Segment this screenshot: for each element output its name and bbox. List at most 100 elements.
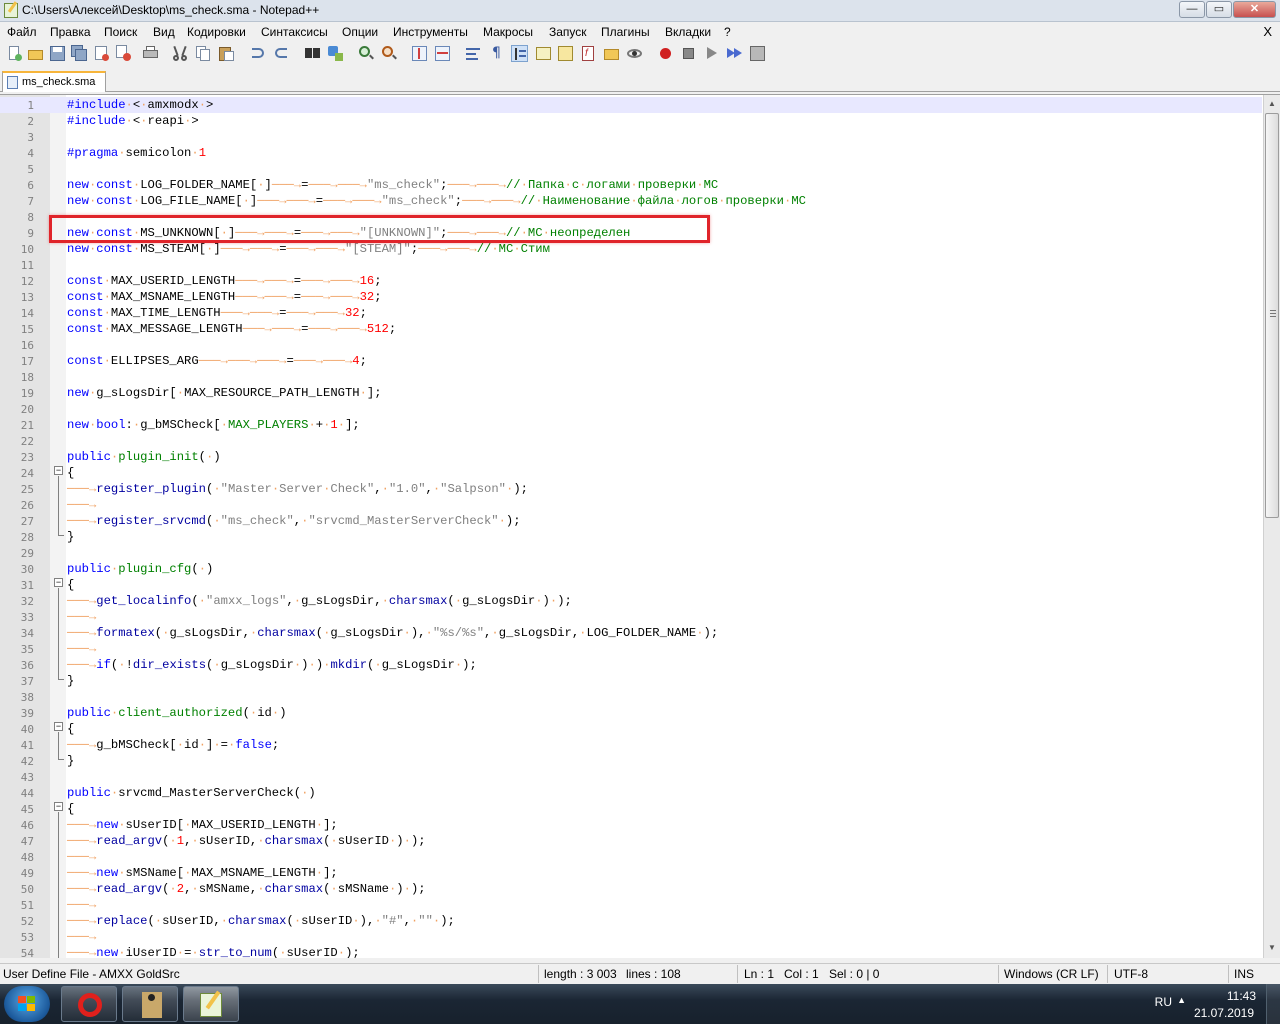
fold-toggle-icon[interactable]: − bbox=[54, 802, 63, 811]
close-window-button[interactable]: ✕ bbox=[1233, 1, 1276, 18]
folder-workspace-icon[interactable] bbox=[603, 45, 620, 62]
code-line[interactable]: 30 public·plugin_cfg(·) bbox=[0, 561, 1262, 577]
code-line[interactable]: 45 { bbox=[0, 801, 1262, 817]
minimize-button[interactable]: — bbox=[1179, 1, 1205, 18]
menu-view[interactable]: Вид bbox=[153, 25, 175, 39]
taskbar-counter-strike[interactable] bbox=[122, 986, 178, 1022]
start-button[interactable] bbox=[4, 986, 50, 1022]
code-line[interactable]: 50 ───→read_argv(·2,·sMSName,·charsmax(·s… bbox=[0, 881, 1262, 897]
code-editor[interactable]: 1 #include·<·amxmodx·> 2 #include·<·reapi·>… bbox=[0, 94, 1280, 958]
maximize-button[interactable]: ▭ bbox=[1206, 1, 1232, 18]
language-indicator[interactable]: RU bbox=[1155, 995, 1172, 1009]
doc-map-icon[interactable] bbox=[557, 45, 574, 62]
fold-toggle-icon[interactable]: − bbox=[54, 722, 63, 731]
play-multiple-icon[interactable] bbox=[726, 45, 743, 62]
notepadpp-app-icon[interactable] bbox=[4, 3, 18, 18]
code-line[interactable]: 4 #pragma·semicolon·1 bbox=[0, 145, 1262, 161]
udl-icon[interactable] bbox=[535, 45, 552, 62]
code-line[interactable]: 53 ───→ bbox=[0, 929, 1262, 945]
stop-macro-icon[interactable] bbox=[680, 45, 697, 62]
print-icon[interactable] bbox=[142, 45, 159, 62]
code-line[interactable]: 49 ───→new·sMSName[·MAX_MSNAME_LENGTH·]; bbox=[0, 865, 1262, 881]
code-line[interactable]: 29 bbox=[0, 545, 1262, 561]
code-line[interactable]: 33 ───→ bbox=[0, 609, 1262, 625]
code-line[interactable]: 2 #include·<·reapi·> bbox=[0, 113, 1262, 129]
close-file-icon[interactable] bbox=[93, 45, 110, 62]
cut-icon[interactable] bbox=[172, 45, 189, 62]
tab-ms-check[interactable]: ms_check.sma bbox=[2, 71, 106, 92]
close-all-icon[interactable] bbox=[115, 45, 132, 62]
code-line[interactable]: 24 { bbox=[0, 465, 1262, 481]
menu-edit[interactable]: Правка bbox=[50, 25, 91, 39]
clock-time[interactable]: 11:43 bbox=[1227, 989, 1256, 1003]
save-all-icon[interactable] bbox=[71, 45, 88, 62]
monitoring-icon[interactable] bbox=[626, 45, 643, 62]
code-line[interactable]: 19 new·g_sLogsDir[·MAX_RESOURCE_PATH_LENG… bbox=[0, 385, 1262, 401]
code-line[interactable]: 10 new·const·MS_STEAM[·]───→───→=───→───→… bbox=[0, 241, 1262, 257]
menu-run[interactable]: Запуск bbox=[549, 25, 587, 39]
menu-help[interactable]: ? bbox=[724, 25, 731, 39]
code-line[interactable]: 34 ───→formatex(·g_sLogsDir,·charsmax(·g_… bbox=[0, 625, 1262, 641]
menu-file[interactable]: Файл bbox=[7, 25, 37, 39]
new-file-icon[interactable] bbox=[6, 45, 23, 62]
find-icon[interactable] bbox=[304, 45, 321, 62]
code-line[interactable]: 18 bbox=[0, 369, 1262, 385]
code-line[interactable]: 12 const·MAX_USERID_LENGTH───→───→=───→──… bbox=[0, 273, 1262, 289]
code-line[interactable]: 32 ───→get_localinfo(·"amxx_logs",·g_sLog… bbox=[0, 593, 1262, 609]
code-line[interactable]: 36 ───→if(·!dir_exists(·g_sLogsDir·)·)·mk… bbox=[0, 657, 1262, 673]
close-document-button[interactable]: X bbox=[1263, 24, 1272, 39]
code-line[interactable]: 31 { bbox=[0, 577, 1262, 593]
zoom-out-icon[interactable] bbox=[381, 45, 398, 62]
code-line[interactable]: 11 bbox=[0, 257, 1262, 273]
fold-toggle-icon[interactable]: − bbox=[54, 578, 63, 587]
vertical-scrollbar[interactable]: ▲ ▼ bbox=[1263, 95, 1280, 958]
save-icon[interactable] bbox=[49, 45, 66, 62]
menu-plugins[interactable]: Плагины bbox=[601, 25, 650, 39]
show-all-chars-icon[interactable]: ¶ bbox=[488, 45, 505, 62]
menu-options[interactable]: Опции bbox=[342, 25, 378, 39]
save-macro-icon[interactable] bbox=[749, 45, 766, 62]
menu-search[interactable]: Поиск bbox=[104, 25, 137, 39]
scroll-up-icon[interactable]: ▲ bbox=[1268, 99, 1276, 108]
undo-icon[interactable] bbox=[250, 45, 267, 62]
code-line[interactable]: 14 const·MAX_TIME_LENGTH───→───→=───→───→… bbox=[0, 305, 1262, 321]
code-line[interactable]: 41 ───→g_bMSCheck[·id·]·=·false; bbox=[0, 737, 1262, 753]
code-line[interactable]: 42} bbox=[0, 753, 1262, 769]
record-macro-icon[interactable] bbox=[657, 45, 674, 62]
menu-syntax[interactable]: Синтаксисы bbox=[261, 25, 328, 39]
taskbar-opera[interactable] bbox=[61, 986, 117, 1022]
zoom-in-icon[interactable] bbox=[358, 45, 375, 62]
scrollbar-thumb[interactable] bbox=[1265, 113, 1279, 518]
code-line[interactable]: 6 new·const·LOG_FOLDER_NAME[·]───→=───→──… bbox=[0, 177, 1262, 193]
code-line[interactable]: 23 public·plugin_init(·) bbox=[0, 449, 1262, 465]
code-line[interactable]: 25 ───→register_plugin(·"Master·Server·Ch… bbox=[0, 481, 1262, 497]
code-line[interactable]: 51 ───→ bbox=[0, 897, 1262, 913]
function-list-icon[interactable]: f bbox=[580, 45, 597, 62]
clock-date[interactable]: 21.07.2019 bbox=[1194, 1006, 1254, 1020]
fold-toggle-icon[interactable]: − bbox=[54, 466, 63, 475]
code-line[interactable]: 44 public·srvcmd_MasterServerCheck(·) bbox=[0, 785, 1262, 801]
indent-guide-icon[interactable] bbox=[511, 45, 528, 62]
code-line[interactable]: 22 bbox=[0, 433, 1262, 449]
menu-tools[interactable]: Инструменты bbox=[393, 25, 468, 39]
code-line[interactable]: 20 bbox=[0, 401, 1262, 417]
code-line[interactable]: 38 bbox=[0, 689, 1262, 705]
code-line[interactable]: 16 bbox=[0, 337, 1262, 353]
show-desktop-button[interactable] bbox=[1266, 984, 1280, 1024]
code-line[interactable]: 28} bbox=[0, 529, 1262, 545]
code-line[interactable]: 52 ───→replace(·sUserID,·charsmax(·sUserI… bbox=[0, 913, 1262, 929]
menu-macros[interactable]: Макросы bbox=[483, 25, 533, 39]
code-line[interactable]: 46 ───→new·sUserID[·MAX_USERID_LENGTH·]; bbox=[0, 817, 1262, 833]
replace-icon[interactable] bbox=[327, 45, 344, 62]
code-line[interactable]: 43 bbox=[0, 769, 1262, 785]
code-line[interactable]: 48 ───→ bbox=[0, 849, 1262, 865]
code-line[interactable]: 3 bbox=[0, 129, 1262, 145]
paste-icon[interactable] bbox=[218, 45, 235, 62]
code-line[interactable]: 21 new·bool:·g_bMSCheck[·MAX_PLAYERS·+·1·… bbox=[0, 417, 1262, 433]
taskbar-notepadpp[interactable] bbox=[183, 986, 239, 1022]
code-line[interactable]: 27 ───→register_srvcmd(·"ms_check",·"srvc… bbox=[0, 513, 1262, 529]
code-line[interactable]: 40 { bbox=[0, 721, 1262, 737]
code-line[interactable]: 5 bbox=[0, 161, 1262, 177]
code-line[interactable]: 15 const·MAX_MESSAGE_LENGTH───→───→=───→─… bbox=[0, 321, 1262, 337]
code-line[interactable]: 35 ───→ bbox=[0, 641, 1262, 657]
